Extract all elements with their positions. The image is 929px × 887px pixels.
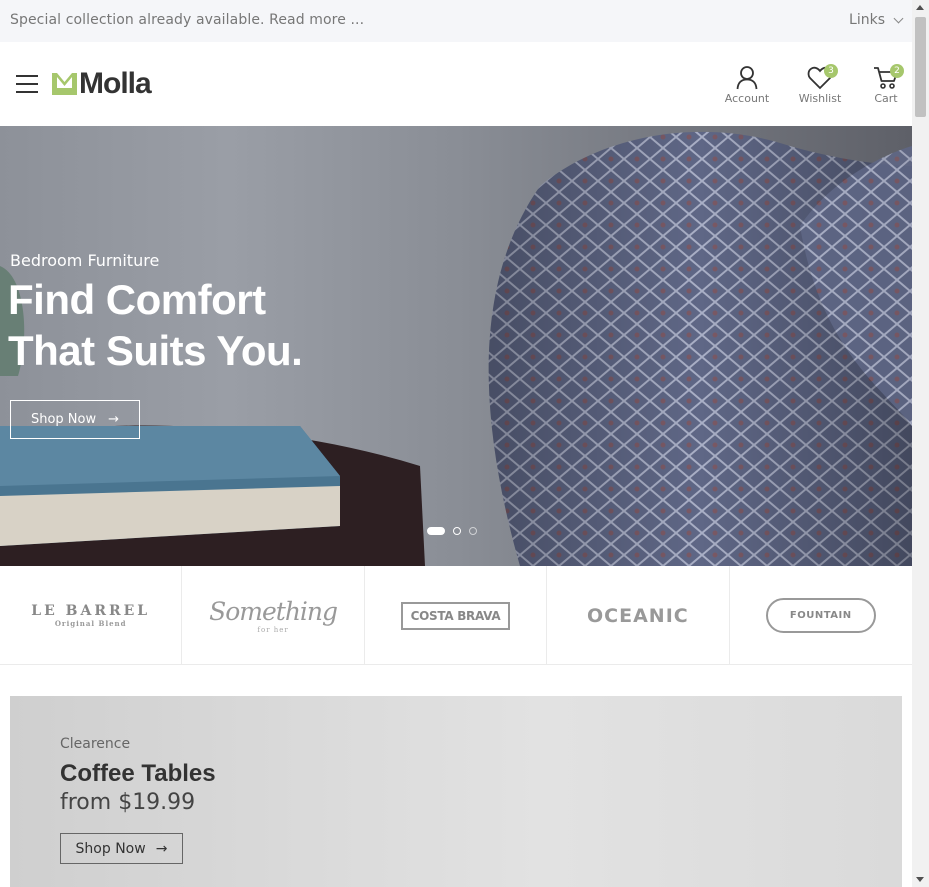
slider-dots: [427, 527, 477, 535]
links-label: Links: [849, 12, 885, 28]
menu-icon[interactable]: [16, 75, 38, 93]
account-label: Account: [724, 92, 770, 105]
hero-headline-line2: That Suits You.: [8, 327, 303, 374]
links-dropdown[interactable]: Links: [849, 12, 904, 28]
banner-shop-now-button[interactable]: Shop Now →: [60, 833, 183, 864]
logo[interactable]: Molla: [52, 67, 152, 100]
banner-price: from $19.99: [60, 790, 196, 815]
hero-headline: Find Comfort That Suits You.: [8, 274, 303, 376]
slider-dot-1[interactable]: [427, 527, 445, 535]
arrow-right-icon: →: [108, 412, 120, 427]
scroll-up-arrow-icon[interactable]: [916, 5, 924, 10]
promo-link[interactable]: Special collection already available. Re…: [10, 12, 364, 28]
cart-label: Cart: [874, 92, 898, 105]
brand-costa-brava[interactable]: COSTA BRAVA: [365, 566, 548, 665]
hero-subtitle: Bedroom Furniture: [10, 251, 160, 270]
banner-shop-now-label: Shop Now: [75, 840, 146, 857]
scrollbar-thumb[interactable]: [915, 17, 926, 117]
something-logo: Something for her: [209, 597, 338, 634]
hero-shop-now-button[interactable]: Shop Now →: [10, 400, 140, 439]
cart-link[interactable]: 2 Cart: [866, 64, 906, 105]
hero-headline-line1: Find Comfort: [8, 276, 266, 323]
le-barrel-logo: LE BARREL Original Blend: [31, 603, 150, 628]
something-tagline: for her: [257, 626, 289, 634]
brand-fountain[interactable]: FOUNTAIN: [730, 566, 912, 665]
brand-something[interactable]: Something for her: [182, 566, 365, 665]
brand-logos: LE BARREL Original Blend Something for h…: [0, 566, 912, 665]
le-barrel-name: LE BARREL: [31, 603, 151, 619]
chevron-down-icon: [893, 13, 904, 23]
banner-tag: Clearence: [60, 736, 131, 752]
cart-count-badge: 2: [890, 64, 904, 78]
costa-brava-logo: COSTA BRAVA: [400, 601, 511, 630]
user-icon: [736, 66, 758, 90]
scroll-down-arrow-icon[interactable]: [916, 877, 924, 882]
account-link[interactable]: Account: [722, 66, 772, 105]
hero-slider: Bedroom Furniture Find Comfort That Suit…: [0, 126, 912, 566]
fountain-logo: FOUNTAIN: [765, 598, 876, 633]
hero-shop-now-label: Shop Now: [30, 412, 97, 427]
slider-dot-2[interactable]: [453, 527, 461, 535]
slider-dot-3[interactable]: [469, 527, 477, 535]
top-bar: Special collection already available. Re…: [0, 0, 912, 42]
logo-mark-icon: [52, 73, 77, 95]
brand-le-barrel[interactable]: LE BARREL Original Blend: [0, 566, 183, 665]
le-barrel-tagline: Original Blend: [54, 619, 127, 628]
logo-text: Molla: [79, 67, 152, 100]
something-name: Something: [209, 597, 338, 626]
site-header: Molla Account 3 Wishlist 2 Cart: [0, 42, 912, 126]
brand-oceanic[interactable]: OCEANIC: [547, 566, 730, 665]
wishlist-count-badge: 3: [824, 64, 838, 78]
page: Special collection already available. Re…: [0, 0, 912, 887]
oceanic-logo: OCEANIC: [587, 604, 689, 627]
banner-title: Coffee Tables: [60, 760, 216, 787]
vertical-scrollbar[interactable]: [912, 0, 929, 887]
wishlist-label: Wishlist: [798, 92, 842, 105]
promo-banner: Clearence Coffee Tables from $19.99 Shop…: [10, 696, 902, 887]
arrow-right-icon: →: [155, 840, 168, 857]
wishlist-link[interactable]: 3 Wishlist: [796, 64, 844, 105]
